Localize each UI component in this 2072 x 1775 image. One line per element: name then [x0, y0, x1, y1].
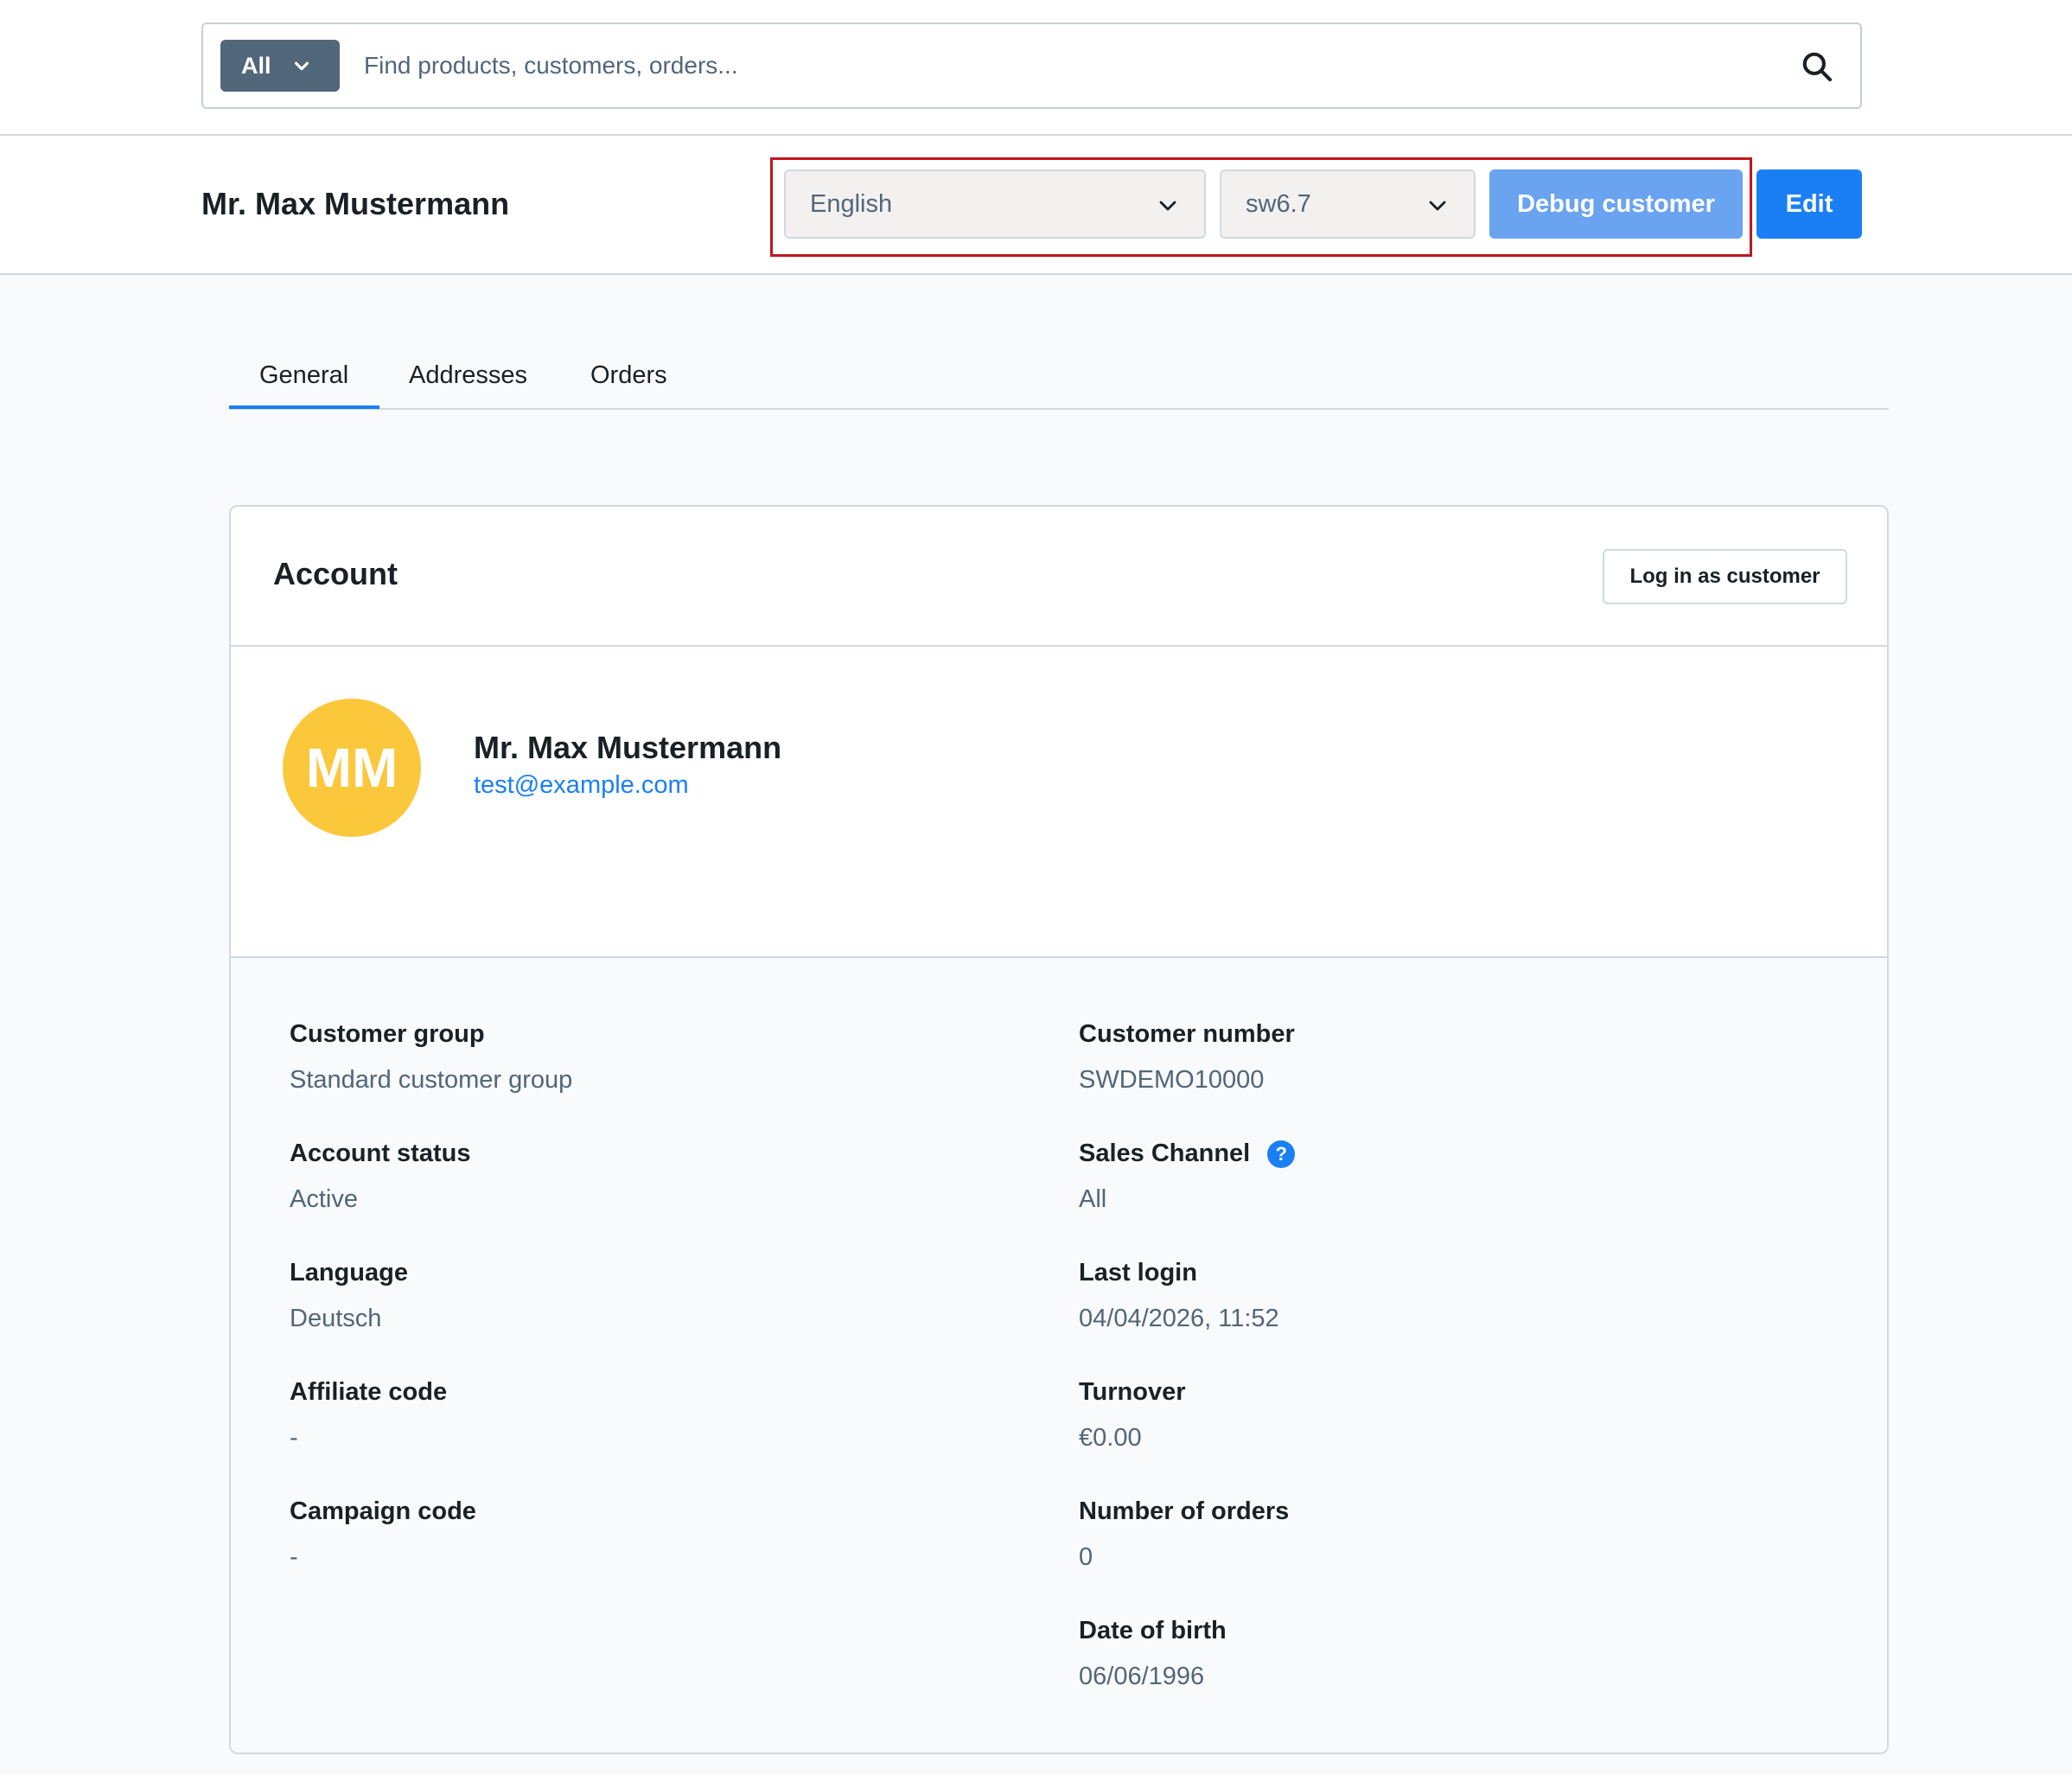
field-turnover: Turnover €0.00 [1079, 1378, 1186, 1453]
tab-general[interactable]: General [259, 361, 348, 410]
global-search: All [201, 22, 1862, 109]
edit-button[interactable]: Edit [1756, 169, 1862, 239]
debug-customer-button[interactable]: Debug customer [1489, 169, 1743, 239]
help-icon[interactable]: ? [1267, 1140, 1296, 1168]
field-value: All [1079, 1185, 1107, 1213]
search-input[interactable] [364, 42, 1730, 90]
page-header: Mr. Max Mustermann English sw6.7 Debug c… [0, 136, 2072, 275]
field-label: Customer group [290, 1020, 485, 1048]
field-sales-channel: Sales Channel ? All [1079, 1140, 1296, 1214]
field-label: Turnover [1079, 1378, 1186, 1406]
chevron-down-icon [294, 61, 309, 71]
field-value: SWDEMO10000 [1079, 1066, 1265, 1094]
version-select-value: sw6.7 [1246, 189, 1311, 218]
tab-addresses[interactable]: Addresses [409, 361, 527, 410]
field-label: Last login [1079, 1259, 1197, 1287]
field-campaign-code: Campaign code - [290, 1497, 476, 1572]
customer-details: Customer group Standard customer group A… [231, 958, 1887, 1753]
field-affiliate-code: Affiliate code - [290, 1378, 447, 1453]
field-value: Active [290, 1185, 358, 1213]
field-label-text: Sales Channel [1079, 1140, 1251, 1167]
field-value: 06/06/1996 [1079, 1663, 1205, 1690]
chevron-down-icon [1159, 201, 1176, 211]
customer-name: Mr. Max Mustermann [474, 730, 782, 765]
chevron-down-icon [1429, 201, 1446, 211]
field-value: Deutsch [290, 1305, 382, 1332]
avatar: MM [283, 699, 421, 837]
login-as-customer-button[interactable]: Log in as customer [1603, 549, 1847, 604]
card-header: Account Log in as customer [231, 507, 1887, 647]
search-type-dropdown[interactable]: All [220, 40, 340, 92]
field-label: Customer number [1079, 1020, 1295, 1048]
language-select-value: English [810, 189, 893, 218]
field-value: - [290, 1424, 298, 1452]
field-last-login: Last login 04/04/2026, 11:52 [1079, 1259, 1279, 1333]
field-label: Campaign code [290, 1497, 476, 1525]
search-icon[interactable] [1801, 50, 1833, 83]
field-value: 04/04/2026, 11:52 [1079, 1305, 1279, 1332]
field-account-status: Account status Active [290, 1140, 470, 1214]
field-date-of-birth: Date of birth 06/06/1996 [1079, 1617, 1227, 1691]
customer-email-link[interactable]: test@example.com [474, 771, 689, 800]
field-value: €0.00 [1079, 1424, 1142, 1452]
account-card: Account Log in as customer MM Mr. Max Mu… [229, 505, 1889, 1754]
field-label: Date of birth [1079, 1617, 1227, 1644]
field-label: Number of orders [1079, 1497, 1290, 1525]
field-label: Account status [290, 1140, 471, 1167]
card-title: Account [273, 556, 398, 591]
tab-bar: General Addresses Orders [229, 346, 1889, 410]
field-customer-number: Customer number SWDEMO10000 [1079, 1020, 1295, 1095]
customer-profile: MM Mr. Max Mustermann test@example.com [231, 647, 1887, 958]
active-tab-indicator [229, 405, 379, 409]
tab-orders[interactable]: Orders [590, 361, 667, 410]
field-label: Language [290, 1259, 408, 1287]
page-title: Mr. Max Mustermann [201, 186, 510, 221]
search-type-label: All [241, 52, 271, 79]
field-customer-group: Customer group Standard customer group [290, 1020, 572, 1095]
top-search-bar: All [0, 0, 2072, 136]
field-label: Sales Channel ? [1079, 1140, 1296, 1168]
field-value: Standard customer group [290, 1066, 573, 1094]
language-select[interactable]: English [784, 169, 1206, 239]
field-language: Language Deutsch [290, 1259, 408, 1333]
field-value: 0 [1079, 1543, 1093, 1571]
version-select[interactable]: sw6.7 [1220, 169, 1476, 239]
field-value: - [290, 1543, 298, 1571]
field-number-of-orders: Number of orders 0 [1079, 1497, 1289, 1572]
field-label: Affiliate code [290, 1378, 448, 1406]
